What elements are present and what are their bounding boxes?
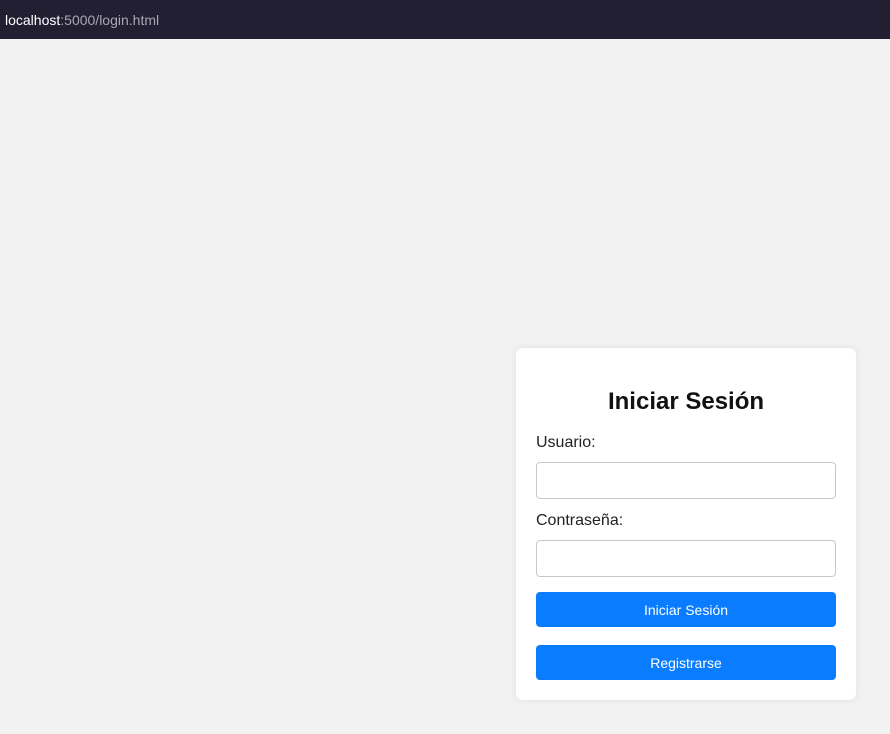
username-input[interactable] (536, 462, 836, 499)
page-content: Iniciar Sesión Usuario: Contraseña: Inic… (0, 39, 890, 734)
login-button[interactable]: Iniciar Sesión (536, 592, 836, 627)
login-title: Iniciar Sesión (607, 388, 765, 415)
password-input[interactable] (536, 540, 836, 577)
url-host: localhost (5, 11, 61, 28)
login-card: Iniciar Sesión Usuario: Contraseña: Inic… (516, 348, 856, 700)
url-path: :5000/login.html (60, 11, 160, 28)
password-label: Contraseña: (536, 512, 624, 529)
register-button[interactable]: Registrarse (536, 645, 836, 680)
username-label: Usuario: (536, 434, 596, 451)
browser-address-bar[interactable]: localhost:5000/login.html (0, 0, 890, 39)
